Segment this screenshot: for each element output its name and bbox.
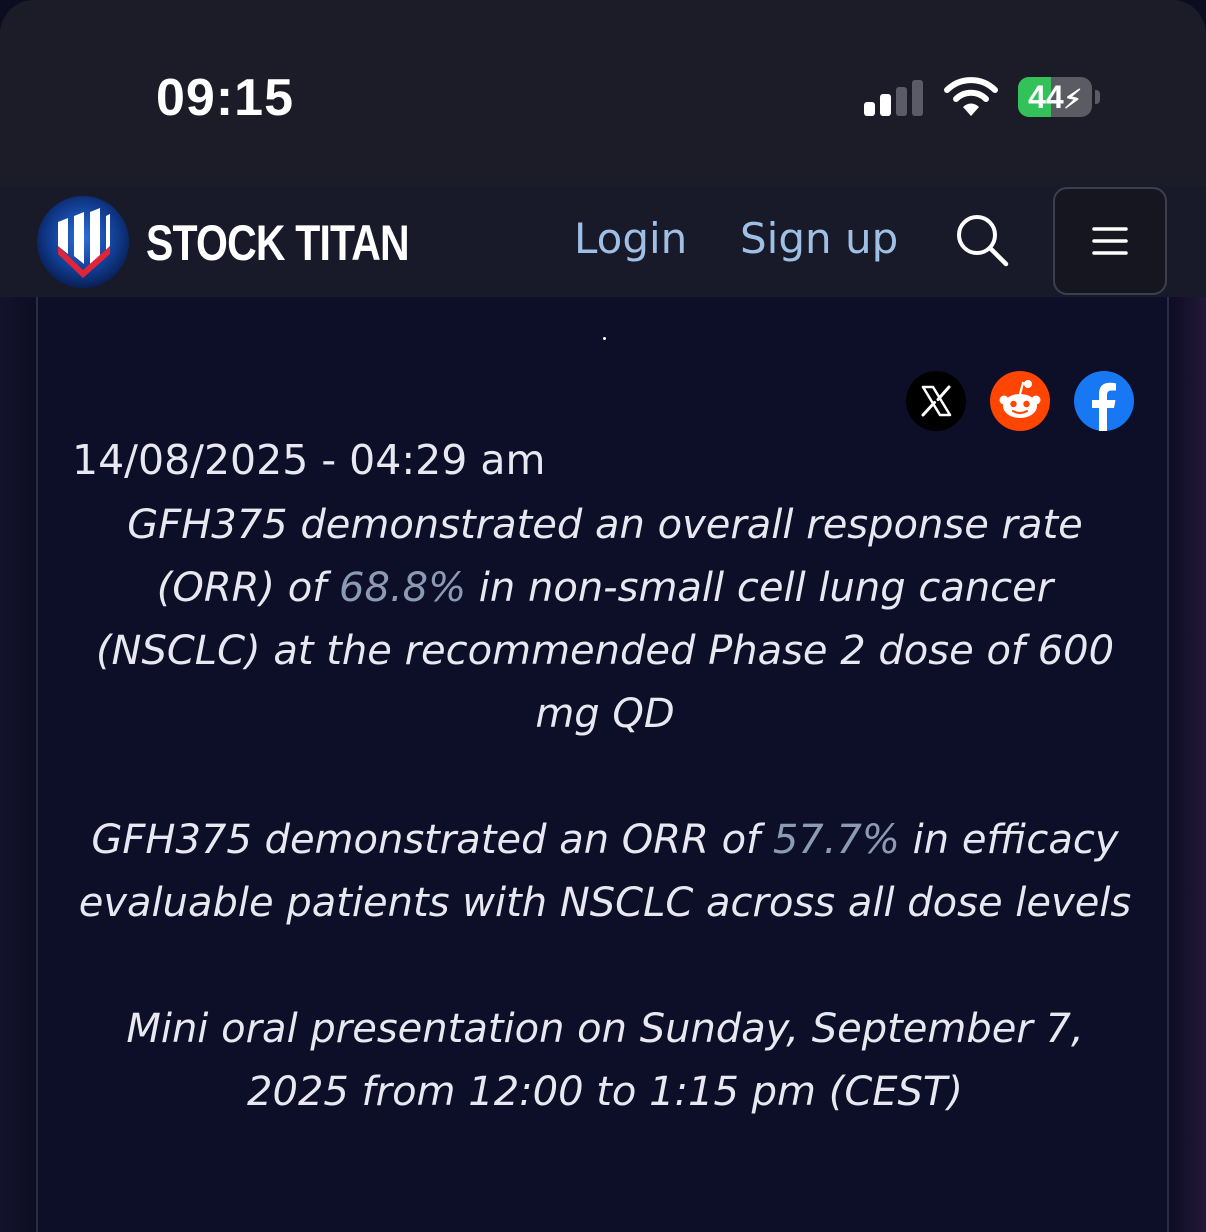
status-bar: 09:15 44⚡︎ xyxy=(0,0,1206,186)
article-highlights: GFH375 demonstrated an overall response … xyxy=(72,494,1138,1187)
highlight-item: Mini oral presentation on Sunday, Septem… xyxy=(126,1006,1084,1115)
stock-titan-logo-icon[interactable] xyxy=(36,196,130,288)
status-time: 09:15 xyxy=(156,69,294,127)
article-date: 14/08/2025 - 04:29 am xyxy=(72,436,546,484)
hamburger-menu-icon xyxy=(1092,227,1128,255)
x-icon xyxy=(921,385,952,417)
wifi-icon xyxy=(944,77,998,116)
search-icon[interactable] xyxy=(954,212,1010,268)
facebook-icon xyxy=(1092,382,1116,431)
cellular-signal-icon xyxy=(864,80,924,116)
share-x-button[interactable] xyxy=(906,371,966,431)
stat-highlight: 68.8% xyxy=(339,565,467,611)
share-reddit-button[interactable] xyxy=(990,371,1050,431)
stat-highlight: 57.7% xyxy=(772,817,900,863)
top-navbar: STOCK TITAN Login Sign up xyxy=(0,186,1206,297)
login-link[interactable]: Login xyxy=(574,214,687,263)
menu-button[interactable] xyxy=(1053,187,1167,295)
battery-icon: 44⚡︎ xyxy=(1018,77,1100,119)
signup-link[interactable]: Sign up xyxy=(740,214,898,263)
highlight-item: GFH375 demonstrated an overall response … xyxy=(95,502,1115,737)
battery-level: 44 xyxy=(1028,79,1064,115)
brand-name[interactable]: STOCK TITAN xyxy=(146,214,410,272)
highlight-item: GFH375 demonstrated an ORR of 57.7% in e… xyxy=(78,817,1132,926)
reddit-icon xyxy=(999,380,1041,418)
decorative-dot xyxy=(603,337,606,340)
share-facebook-button[interactable] xyxy=(1074,371,1134,431)
